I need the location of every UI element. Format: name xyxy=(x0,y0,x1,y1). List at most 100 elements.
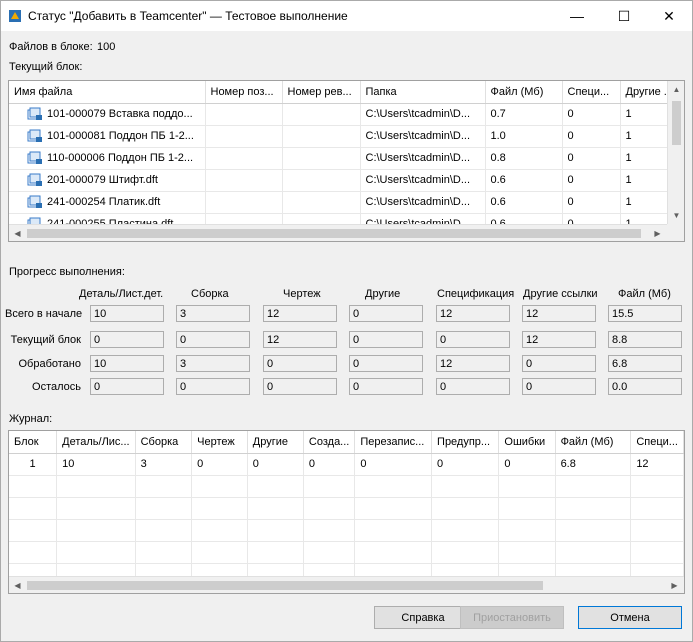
cancel-button[interactable]: Отмена xyxy=(578,606,682,629)
spec-cell: 0 xyxy=(562,169,621,192)
scroll-up-arrow-icon[interactable]: ▲ xyxy=(668,81,684,98)
revision-cell xyxy=(282,191,361,214)
progress-value-box: 12 xyxy=(522,305,596,322)
journal-header-row: Блок Деталь/Лис... Сборка Чертеж Другие … xyxy=(9,431,684,454)
progress-value-box: 8.8 xyxy=(608,331,682,348)
scroll-thumb[interactable] xyxy=(27,581,543,590)
files-horizontal-scrollbar[interactable]: ◀ ▶ xyxy=(9,224,667,241)
size-cell: 1.0 xyxy=(485,125,563,148)
progress-col-part: Деталь/Лист.дет. xyxy=(79,288,164,300)
position-cell xyxy=(205,169,283,192)
draft-file-icon xyxy=(27,173,42,186)
maximize-button[interactable]: ☐ xyxy=(601,1,647,31)
scroll-left-arrow-icon[interactable]: ◀ xyxy=(9,225,26,241)
scroll-left-arrow-icon[interactable]: ◀ xyxy=(9,577,26,593)
file-name-cell: 101-000079 Вставка поддо... xyxy=(47,107,193,120)
col-header-errors[interactable]: Ошибки xyxy=(498,431,556,454)
table-row[interactable]: 241-000254 Платик.dft C:\Users\tcadmin\D… xyxy=(9,191,679,214)
col-header-spec[interactable]: Специ... xyxy=(630,431,684,454)
progress-value-box: 0 xyxy=(263,355,337,372)
table-row[interactable]: 201-000079 Штифт.dft C:\Users\tcadmin\D.… xyxy=(9,169,679,192)
progress-value-box: 0 xyxy=(349,355,423,372)
files-grid[interactable]: Имя файла Номер поз... Номер рев... Папк… xyxy=(8,80,685,242)
scroll-right-arrow-icon[interactable]: ▶ xyxy=(649,225,666,241)
progress-value-box: 12 xyxy=(436,305,510,322)
col-header-drawing[interactable]: Чертеж xyxy=(191,431,248,454)
progress-col-assembly: Сборка xyxy=(191,288,229,300)
table-row[interactable]: 101-000079 Вставка поддо... C:\Users\tca… xyxy=(9,103,679,126)
folder-cell: C:\Users\tcadmin\D... xyxy=(360,169,486,192)
overwritten-cell: 0 xyxy=(354,453,433,476)
col-header-folder[interactable]: Папка xyxy=(360,81,486,104)
col-header-file-size[interactable]: Файл (Мб) xyxy=(555,431,632,454)
solid-edge-app-icon xyxy=(9,10,21,22)
created-cell: 0 xyxy=(303,453,356,476)
empty-row xyxy=(9,519,684,542)
pause-button[interactable]: Приостановить xyxy=(460,606,564,629)
drawing-cell: 0 xyxy=(191,453,248,476)
progress-value-box: 15.5 xyxy=(608,305,682,322)
col-header-assembly[interactable]: Сборка xyxy=(135,431,193,454)
draft-file-icon xyxy=(27,195,42,208)
folder-cell: C:\Users\tcadmin\D... xyxy=(360,125,486,148)
col-header-other[interactable]: Другие xyxy=(247,431,304,454)
files-in-block-value: 100 xyxy=(97,41,116,53)
progress-value-box: 0 xyxy=(436,378,510,395)
progress-value-box: 0 xyxy=(522,378,596,395)
progress-value-box: 12 xyxy=(436,355,510,372)
col-header-file-size[interactable]: Файл (Мб) xyxy=(485,81,563,104)
files-vertical-scrollbar[interactable]: ▲ ▼ xyxy=(667,81,684,224)
file-name-cell: 201-000079 Штифт.dft xyxy=(47,173,158,186)
warnings-cell: 0 xyxy=(431,453,500,476)
progress-value-box: 0 xyxy=(176,331,250,348)
scroll-thumb[interactable] xyxy=(27,229,641,238)
block-cell: 1 xyxy=(9,453,58,476)
spec-cell: 0 xyxy=(562,125,621,148)
journal-table: Блок Деталь/Лис... Сборка Чертеж Другие … xyxy=(9,431,684,586)
file-name-cell: 110-000006 Поддон ПБ 1-2... xyxy=(47,151,194,164)
progress-row-label: Обработано xyxy=(18,358,82,370)
scroll-corner xyxy=(667,224,684,241)
col-header-block[interactable]: Блок xyxy=(9,431,58,454)
position-cell xyxy=(205,147,283,170)
position-cell xyxy=(205,191,283,214)
col-header-part[interactable]: Деталь/Лис... xyxy=(56,431,136,454)
errors-cell: 0 xyxy=(498,453,556,476)
col-header-revision-number[interactable]: Номер рев... xyxy=(282,81,361,104)
scroll-right-arrow-icon[interactable]: ▶ xyxy=(666,577,683,593)
files-table: Имя файла Номер поз... Номер рев... Папк… xyxy=(9,81,679,236)
progress-row-label: Текущий блок xyxy=(10,334,81,346)
table-row[interactable]: 1 10 3 0 0 0 0 0 0 6.8 12 xyxy=(9,453,684,476)
scroll-thumb[interactable] xyxy=(672,101,681,145)
minimize-button[interactable]: — xyxy=(554,1,600,31)
progress-row-label: Всего в начале xyxy=(5,308,83,320)
revision-cell xyxy=(282,169,361,192)
scroll-down-arrow-icon[interactable]: ▼ xyxy=(668,207,684,224)
size-cell: 0.7 xyxy=(485,103,563,126)
table-row[interactable]: 101-000081 Поддон ПБ 1-2... C:\Users\tca… xyxy=(9,125,679,148)
progress-label: Прогресс выполнения: xyxy=(9,266,125,278)
spec-cell: 12 xyxy=(630,453,684,476)
col-header-spec[interactable]: Специ... xyxy=(562,81,621,104)
size-cell: 0.8 xyxy=(485,147,563,170)
help-button[interactable]: Справка xyxy=(374,606,472,629)
col-header-overwritten[interactable]: Перезапис... xyxy=(354,431,433,454)
journal-grid[interactable]: Блок Деталь/Лис... Сборка Чертеж Другие … xyxy=(8,430,685,594)
progress-value-box: 0 xyxy=(349,331,423,348)
progress-value-box: 12 xyxy=(522,331,596,348)
col-header-warnings[interactable]: Предупр... xyxy=(431,431,500,454)
table-row[interactable]: 110-000006 Поддон ПБ 1-2... C:\Users\tca… xyxy=(9,147,679,170)
progress-value-box: 0 xyxy=(176,378,250,395)
close-button[interactable]: ✕ xyxy=(646,1,692,31)
col-header-created[interactable]: Созда... xyxy=(303,431,356,454)
progress-value-box: 0 xyxy=(263,378,337,395)
spec-cell: 0 xyxy=(562,147,621,170)
journal-horizontal-scrollbar[interactable]: ◀ ▶ xyxy=(9,576,684,593)
progress-col-other: Другие xyxy=(365,288,401,300)
empty-row xyxy=(9,497,684,520)
draft-file-icon xyxy=(27,151,42,164)
col-header-position-number[interactable]: Номер поз... xyxy=(205,81,283,104)
col-header-file-name[interactable]: Имя файла xyxy=(9,81,206,104)
empty-row xyxy=(9,475,684,498)
progress-value-box: 0 xyxy=(349,378,423,395)
